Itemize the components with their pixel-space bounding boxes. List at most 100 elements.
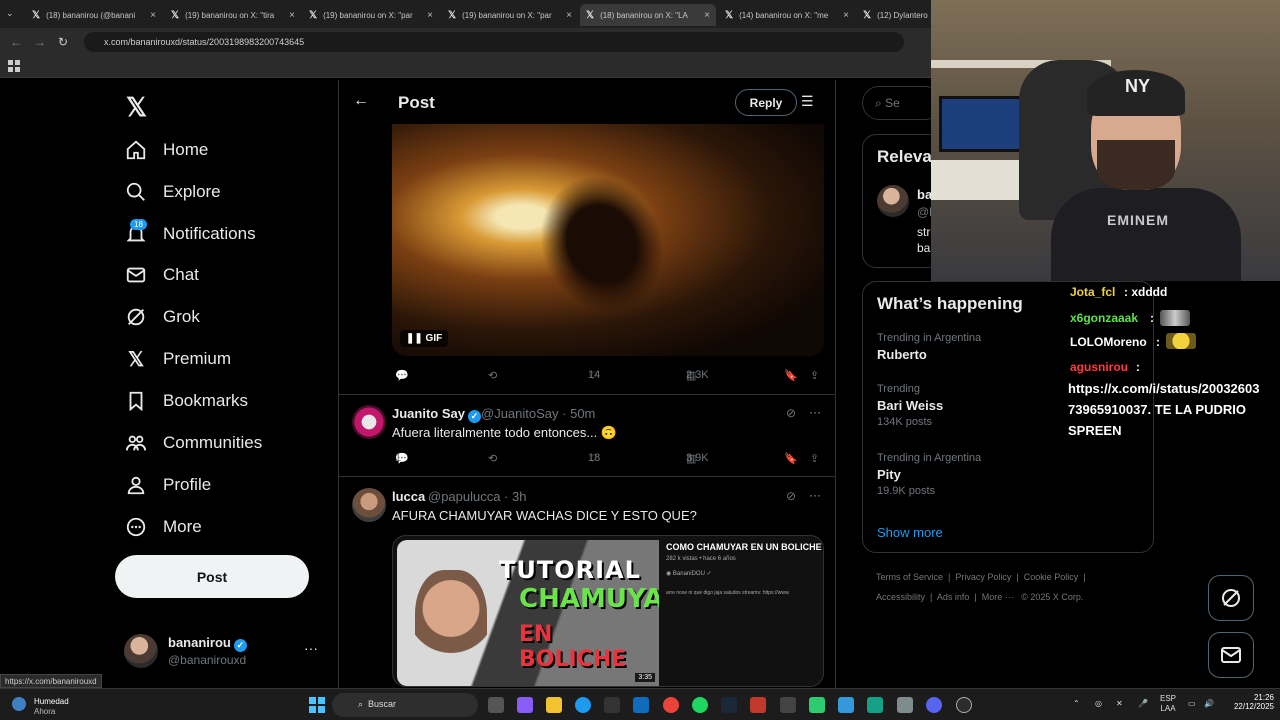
sidebar-item-home[interactable]: Home bbox=[124, 135, 208, 165]
reload-icon[interactable]: ↻ bbox=[58, 35, 68, 49]
avatar[interactable] bbox=[352, 405, 386, 439]
tray-icon[interactable]: ◎ bbox=[1095, 699, 1102, 708]
windows-start-icon[interactable] bbox=[309, 697, 325, 713]
ads-info-link[interactable]: Ads info bbox=[937, 592, 970, 602]
close-tab-icon[interactable]: × bbox=[427, 10, 433, 21]
views-count: 2.3K bbox=[686, 369, 709, 381]
app-icon[interactable] bbox=[838, 697, 854, 713]
close-tab-icon[interactable]: × bbox=[150, 10, 156, 21]
trend-item[interactable]: Trending in Argentina Pity 19.9K posts bbox=[877, 452, 1147, 497]
chrome-icon[interactable] bbox=[663, 697, 679, 713]
reply-author-handle[interactable]: @papulucca · 3h bbox=[428, 489, 527, 504]
gif-badge[interactable]: ❚❚ GIF bbox=[400, 330, 449, 347]
spotify-icon[interactable] bbox=[692, 697, 708, 713]
tray-chevron-icon[interactable]: ⌃ bbox=[1073, 699, 1080, 708]
network-icon[interactable]: ▭ bbox=[1188, 699, 1196, 708]
post-button[interactable]: Post bbox=[115, 555, 309, 598]
divider bbox=[339, 394, 835, 395]
tray-icon[interactable]: ✕ bbox=[1116, 699, 1123, 708]
sidebar-item-bookmarks[interactable]: Bookmarks bbox=[124, 386, 248, 416]
close-tab-icon[interactable]: × bbox=[566, 10, 572, 21]
account-more-icon[interactable]: ··· bbox=[304, 640, 318, 656]
app-icon[interactable] bbox=[750, 697, 766, 713]
sidebar-item-explore[interactable]: Explore bbox=[124, 177, 221, 207]
grok-icon[interactable]: ⊘ bbox=[786, 406, 796, 420]
outlook-icon[interactable] bbox=[633, 697, 649, 713]
more-link[interactable]: More ··· bbox=[982, 592, 1014, 602]
browser-tab[interactable]: 𝕏 (19) bananirou on X: "par × bbox=[442, 4, 578, 26]
privacy-link[interactable]: Privacy Policy bbox=[955, 572, 1011, 582]
share-icon[interactable]: ⇪ bbox=[810, 452, 819, 465]
browser-tab[interactable]: 𝕏 (18) bananirou on X: "LA × bbox=[580, 4, 716, 26]
browser-tab[interactable]: 𝕏 (14) bananirou on X: "me × bbox=[719, 4, 855, 26]
x-logo-icon[interactable]: 𝕏 bbox=[126, 92, 147, 123]
discord-icon[interactable] bbox=[926, 697, 942, 713]
avatar[interactable] bbox=[877, 185, 909, 217]
avatar[interactable] bbox=[352, 488, 386, 522]
sidebar-item-more[interactable]: More bbox=[124, 512, 202, 542]
gif-media[interactable]: ❚❚ GIF bbox=[392, 124, 824, 356]
back-arrow-icon[interactable]: ← bbox=[10, 35, 22, 49]
url-field[interactable]: x.com/bananirouxd/status/200319898320074… bbox=[84, 32, 904, 52]
forward-arrow-icon[interactable]: → bbox=[34, 35, 46, 49]
app-icon[interactable] bbox=[867, 697, 883, 713]
input-language[interactable]: ESP LAA bbox=[1160, 694, 1176, 714]
close-tab-icon[interactable]: × bbox=[843, 10, 849, 21]
back-arrow-icon[interactable]: ← bbox=[353, 92, 369, 110]
browser-tab[interactable]: 𝕏 (18) bananirou (@banani × bbox=[26, 4, 162, 26]
app-icon[interactable] bbox=[780, 697, 796, 713]
apps-grid-icon[interactable] bbox=[8, 60, 20, 72]
microphone-icon[interactable]: 🎤 bbox=[1138, 699, 1148, 708]
repost-icon[interactable]: ⟲ bbox=[488, 452, 497, 465]
tab-title: (18) bananirou (@banani bbox=[46, 10, 136, 20]
weather-widget[interactable]: Humedad Ahora bbox=[10, 693, 110, 717]
bookmark-icon[interactable]: 🔖 bbox=[784, 369, 798, 382]
clock[interactable]: 21:26 22/12/2025 bbox=[1218, 693, 1274, 711]
x-favicon-icon: 𝕏 bbox=[586, 9, 595, 21]
browser-tab[interactable]: 𝕏 (19) bananirou on X: "par × bbox=[303, 4, 439, 26]
settings-icon[interactable] bbox=[897, 697, 913, 713]
reply-icon[interactable]: 💬 bbox=[395, 369, 409, 382]
more-icon[interactable]: ··· bbox=[809, 488, 821, 502]
reply-author-handle[interactable]: @JuanitoSay · 50m bbox=[481, 406, 595, 421]
sliders-icon[interactable]: ☰ bbox=[801, 93, 814, 110]
reply-button[interactable]: Reply bbox=[735, 89, 797, 116]
copilot-icon[interactable] bbox=[517, 697, 533, 713]
sidebar-item-communities[interactable]: Communities bbox=[124, 428, 262, 458]
terms-link[interactable]: Terms of Service bbox=[876, 572, 943, 582]
relevant-user-name[interactable]: ba bbox=[917, 187, 932, 202]
sidebar-item-premium[interactable]: 𝕏 Premium bbox=[124, 344, 231, 374]
account-switcher[interactable]: bananirou ✓ @bananirouxd ··· bbox=[124, 632, 324, 672]
search-input[interactable]: ⌕ Se bbox=[862, 86, 942, 120]
repost-icon[interactable]: ⟲ bbox=[488, 369, 497, 382]
task-view-icon[interactable] bbox=[488, 697, 504, 713]
store-icon[interactable] bbox=[604, 697, 620, 713]
close-tab-icon[interactable]: × bbox=[704, 10, 710, 21]
browser-tab[interactable]: 𝕏 (19) bananirou on X: "tira × bbox=[165, 4, 301, 26]
volume-icon[interactable]: 🔊 bbox=[1204, 699, 1214, 708]
app-icon[interactable] bbox=[809, 697, 825, 713]
more-icon[interactable]: ··· bbox=[809, 405, 821, 419]
cookie-link[interactable]: Cookie Policy bbox=[1024, 572, 1079, 582]
taskbar-search[interactable]: ⌕ Buscar bbox=[332, 693, 478, 717]
reply-author-name[interactable]: lucca bbox=[392, 489, 425, 504]
bookmark-icon[interactable]: 🔖 bbox=[784, 452, 798, 465]
grok-fab[interactable] bbox=[1208, 575, 1254, 621]
grok-icon[interactable]: ⊘ bbox=[786, 489, 796, 503]
reply-author-name[interactable]: Juanito Say ✓ bbox=[392, 406, 481, 423]
file-explorer-icon[interactable] bbox=[546, 697, 562, 713]
share-icon[interactable]: ⇪ bbox=[810, 369, 819, 382]
close-tab-icon[interactable]: × bbox=[289, 10, 295, 21]
edge-icon[interactable] bbox=[575, 697, 591, 713]
sidebar-item-grok[interactable]: Grok bbox=[124, 302, 200, 332]
tab-search-icon[interactable]: ⌄ bbox=[6, 8, 14, 19]
steam-icon[interactable] bbox=[721, 697, 737, 713]
show-more-link[interactable]: Show more bbox=[877, 525, 943, 540]
messages-fab[interactable] bbox=[1208, 632, 1254, 678]
video-thumbnail[interactable]: TUTORIAL CHAMUYAR EN BOLICHE 3:35 bbox=[397, 540, 659, 686]
app-icon[interactable] bbox=[956, 697, 972, 713]
accessibility-link[interactable]: Accessibility bbox=[876, 592, 925, 602]
youtube-link-card[interactable]: TUTORIAL CHAMUYAR EN BOLICHE 3:35 COMO C… bbox=[392, 535, 824, 687]
sidebar-item-chat[interactable]: Chat bbox=[124, 260, 199, 290]
sidebar-item-profile[interactable]: Profile bbox=[124, 470, 211, 500]
